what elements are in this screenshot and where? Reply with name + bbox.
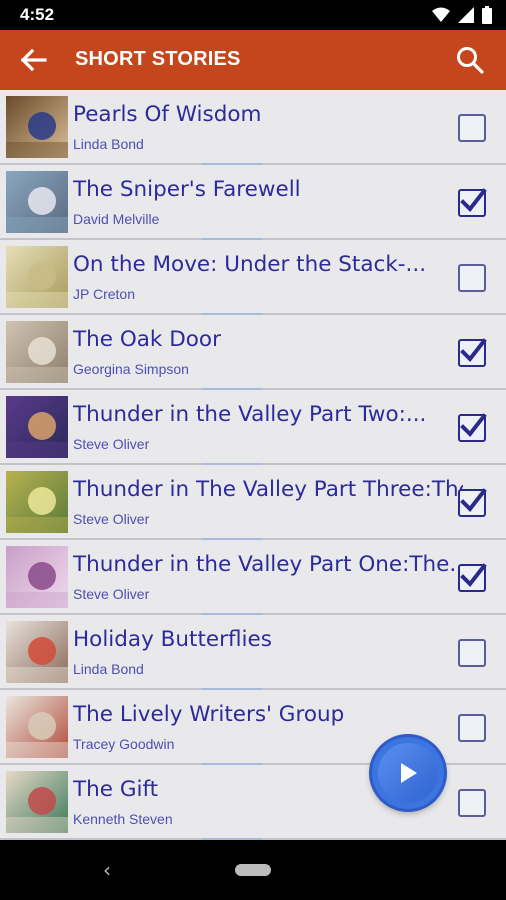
search-button[interactable]: [452, 42, 488, 78]
story-title: Holiday Butterflies: [73, 627, 272, 652]
story-thumbnail: [6, 321, 68, 383]
story-row[interactable]: Thunder in the Valley Part Two:... Steve …: [0, 390, 506, 465]
signal-icon: [458, 7, 474, 23]
nav-home-pill-icon[interactable]: [235, 864, 271, 876]
story-row[interactable]: The Sniper's Farewell David Melville: [0, 165, 506, 240]
wifi-icon: [432, 7, 450, 22]
story-title: On the Move: Under the Stack-...: [73, 252, 427, 277]
story-thumbnail: [6, 546, 68, 608]
play-fab-button[interactable]: [372, 737, 444, 809]
story-row[interactable]: The Oak Door Georgina Simpson: [0, 315, 506, 390]
story-thumbnail: [6, 171, 68, 233]
story-title: Thunder in the Valley Part One:The...: [73, 552, 463, 577]
status-bar: 4:52: [0, 0, 506, 30]
story-author: Linda Bond: [73, 136, 144, 152]
story-title: The Sniper's Farewell: [73, 177, 301, 202]
checkmark-icon: [460, 338, 487, 363]
battery-icon: [482, 6, 492, 24]
story-row[interactable]: Pearls Of Wisdom Linda Bond: [0, 90, 506, 165]
story-checkbox[interactable]: [458, 413, 487, 442]
story-row[interactable]: On the Move: Under the Stack-... JP Creto…: [0, 240, 506, 315]
story-thumbnail: [6, 771, 68, 833]
story-thumbnail: [6, 471, 68, 533]
app-bar: SHORT STORIES: [0, 30, 506, 90]
story-title: The Oak Door: [73, 327, 221, 352]
story-list: Pearls Of Wisdom Linda Bond The Sniper's F…: [0, 90, 506, 840]
story-author: Georgina Simpson: [73, 361, 189, 377]
system-nav-bar: ‹: [0, 840, 506, 900]
story-title: Thunder in the Valley Part Two:...: [73, 402, 427, 427]
story-row[interactable]: Thunder in The Valley Part Three:The Stev…: [0, 465, 506, 540]
status-icons: [432, 6, 492, 24]
story-thumbnail: [6, 246, 68, 308]
back-button[interactable]: [14, 42, 52, 78]
story-author: David Melville: [73, 211, 160, 227]
story-title: The Lively Writers' Group: [73, 702, 345, 727]
checkmark-icon: [460, 488, 487, 513]
story-thumbnail: [6, 96, 68, 158]
play-icon: [401, 763, 417, 783]
story-thumbnail: [6, 696, 68, 758]
checkmark-icon: [460, 563, 487, 588]
status-time: 4:52: [20, 5, 55, 24]
story-row[interactable]: Thunder in the Valley Part One:The... Ste…: [0, 540, 506, 615]
story-thumbnail: [6, 396, 68, 458]
play-fab-inner: [378, 743, 438, 803]
story-title: Pearls Of Wisdom: [73, 102, 262, 127]
story-checkbox[interactable]: [458, 264, 486, 292]
story-title: Thunder in The Valley Part Three:The: [73, 477, 463, 502]
story-checkbox[interactable]: [458, 488, 487, 517]
story-author: Steve Oliver: [73, 511, 150, 527]
story-author: JP Creton: [73, 286, 135, 302]
story-row[interactable]: Holiday Butterflies Linda Bond: [0, 615, 506, 690]
search-icon: [457, 47, 484, 74]
checkmark-icon: [460, 188, 487, 213]
page-title: SHORT STORIES: [75, 48, 241, 70]
story-checkbox[interactable]: [458, 714, 486, 742]
story-author: Kenneth Steven: [73, 811, 173, 827]
checkmark-icon: [460, 413, 487, 438]
story-checkbox[interactable]: [458, 789, 486, 817]
story-checkbox[interactable]: [458, 563, 487, 592]
story-author: Linda Bond: [73, 661, 144, 677]
story-author: Steve Oliver: [73, 436, 150, 452]
nav-back-icon[interactable]: ‹: [103, 858, 111, 882]
story-checkbox[interactable]: [458, 338, 487, 367]
story-checkbox[interactable]: [458, 639, 486, 667]
story-thumbnail: [6, 621, 68, 683]
story-checkbox[interactable]: [458, 188, 487, 217]
story-author: Steve Oliver: [73, 586, 150, 602]
story-checkbox[interactable]: [458, 114, 486, 142]
arrow-left-icon: [20, 48, 47, 72]
story-author: Tracey Goodwin: [73, 736, 175, 752]
